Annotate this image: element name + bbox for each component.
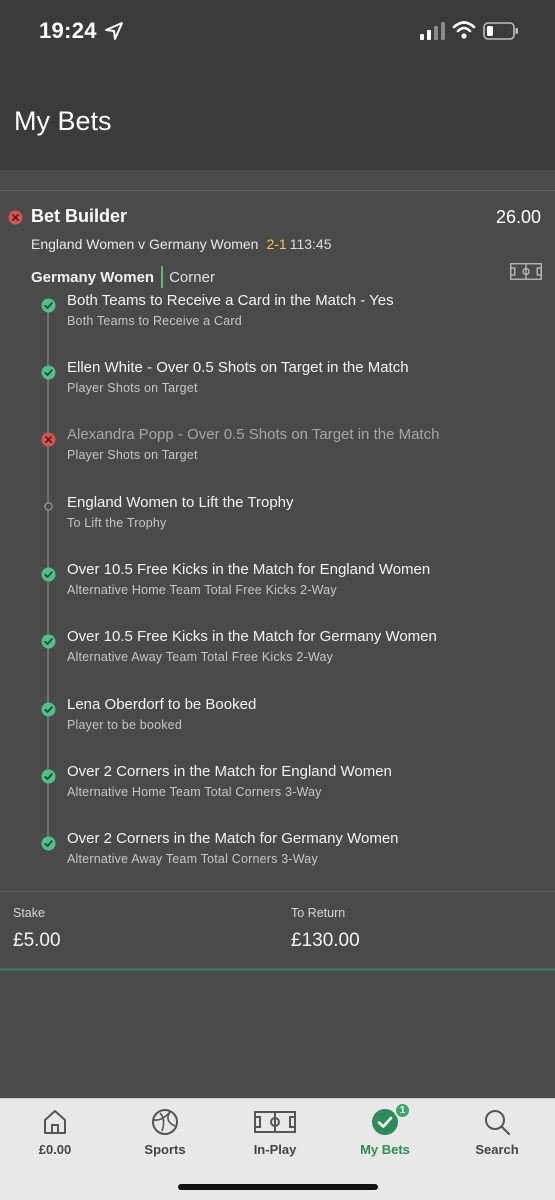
leg-title: England Women to Lift the Trophy [67,494,294,511]
football-icon [152,1109,178,1135]
won-check-icon [41,769,56,784]
match-score: 2-1 [266,236,287,252]
leg-market: Alternative Home Team Total Corners 3-Wa… [67,785,322,799]
won-check-icon [41,298,56,313]
pending-circle-icon [44,502,53,511]
tab-label: Search [475,1142,519,1157]
tab-label: In-Play [253,1142,297,1157]
pitch-icon[interactable] [510,263,542,280]
stake-label: Stake [13,906,45,920]
leg-title: Ellen White - Over 0.5 Shots on Target i… [67,359,409,376]
leg-title: Lena Oberdorf to be Booked [67,696,257,713]
header: 19:24 My Bets [0,0,555,170]
divider [0,190,555,191]
leg-market: Alternative Home Team Total Free Kicks 2… [67,583,337,597]
wifi-icon [452,21,476,39]
leg-market: Player to be booked [67,718,182,732]
tab-in-play[interactable]: In-Play [225,1099,325,1169]
tab-balance[interactable]: £0.00 [5,1099,105,1169]
bet-leg: Over 2 Corners in the Match for England … [0,763,555,823]
leg-title: Over 10.5 Free Kicks in the Match for En… [67,561,431,578]
tab-my-bets[interactable]: 1 My Bets [335,1099,435,1169]
tab-label: £0.00 [38,1142,72,1157]
event-team: Germany Women [31,268,155,286]
bet-leg: England Women to Lift the Trophy To Lift… [0,494,555,554]
won-check-icon [41,634,56,649]
won-check-icon [41,702,56,717]
event-separator [161,266,164,288]
location-arrow-icon [105,22,123,40]
return-label: To Return [291,906,346,920]
tab-label: My Bets [360,1142,410,1157]
leg-market: Both Teams to Receive a Card [67,314,242,328]
stake-value: £5.00 [13,930,61,951]
match-name: England Women v Germany Women [31,236,259,252]
leg-market: To Lift the Trophy [67,516,167,530]
home-indicator [178,1184,378,1190]
tab-sports[interactable]: Sports [115,1099,215,1169]
leg-title: Over 10.5 Free Kicks in the Match for Ge… [67,628,437,645]
bet-leg: Over 10.5 Free Kicks in the Match for En… [0,561,555,621]
signal-icon [420,22,445,40]
bet-leg: Both Teams to Receive a Card in the Matc… [0,292,555,352]
leg-title: Alexandra Popp - Over 0.5 Shots on Targe… [67,426,440,443]
divider [0,891,555,892]
lost-x-icon [8,210,23,225]
won-check-icon [41,365,56,380]
bet-leg: Ellen White - Over 0.5 Shots on Target i… [0,359,555,419]
tab-label: Sports [144,1142,186,1157]
bet-leg: Lena Oberdorf to be Booked Player to be … [0,696,555,756]
leg-market: Player Shots on Target [67,448,198,462]
leg-title: Over 2 Corners in the Match for England … [67,763,392,780]
leg-title: Over 2 Corners in the Match for Germany … [67,830,399,847]
bet-leg: Alexandra Popp - Over 0.5 Shots on Targe… [0,426,555,486]
bets-count-badge: 1 [394,1102,411,1119]
status-time: 19:24 [39,18,97,43]
won-check-icon [41,567,56,582]
leg-market: Alternative Away Team Total Free Kicks 2… [67,650,334,664]
live-event: Germany Women Corner [31,266,215,288]
bet-odds: 26.00 [495,207,541,227]
page-title: My Bets [14,106,112,136]
tab-search[interactable]: Search [447,1099,547,1169]
home-icon [44,1110,66,1134]
bet-type: Bet Builder [31,206,128,226]
bet-leg: Over 10.5 Free Kicks in the Match for Ge… [0,628,555,688]
match-clock: 113:45 [289,236,332,252]
won-check-icon [41,836,56,851]
tab-bar: £0.00 Sports In-Play 1 My Bets Search [0,1098,555,1200]
return-value: £130.00 [291,930,360,951]
event-type: Corner [169,268,215,286]
leg-market: Alternative Away Team Total Corners 3-Wa… [67,852,318,866]
bet-leg: Over 2 Corners in the Match for Germany … [0,830,555,890]
search-icon [485,1110,511,1136]
lost-x-icon [41,432,56,447]
match-info[interactable]: England Women v Germany Women 2-1 113:45 [31,236,332,252]
pitch-icon [254,1111,296,1133]
card-bottom-accent [0,968,555,971]
leg-title: Both Teams to Receive a Card in the Matc… [67,292,394,309]
leg-market: Player Shots on Target [67,381,198,395]
battery-icon [483,22,518,40]
